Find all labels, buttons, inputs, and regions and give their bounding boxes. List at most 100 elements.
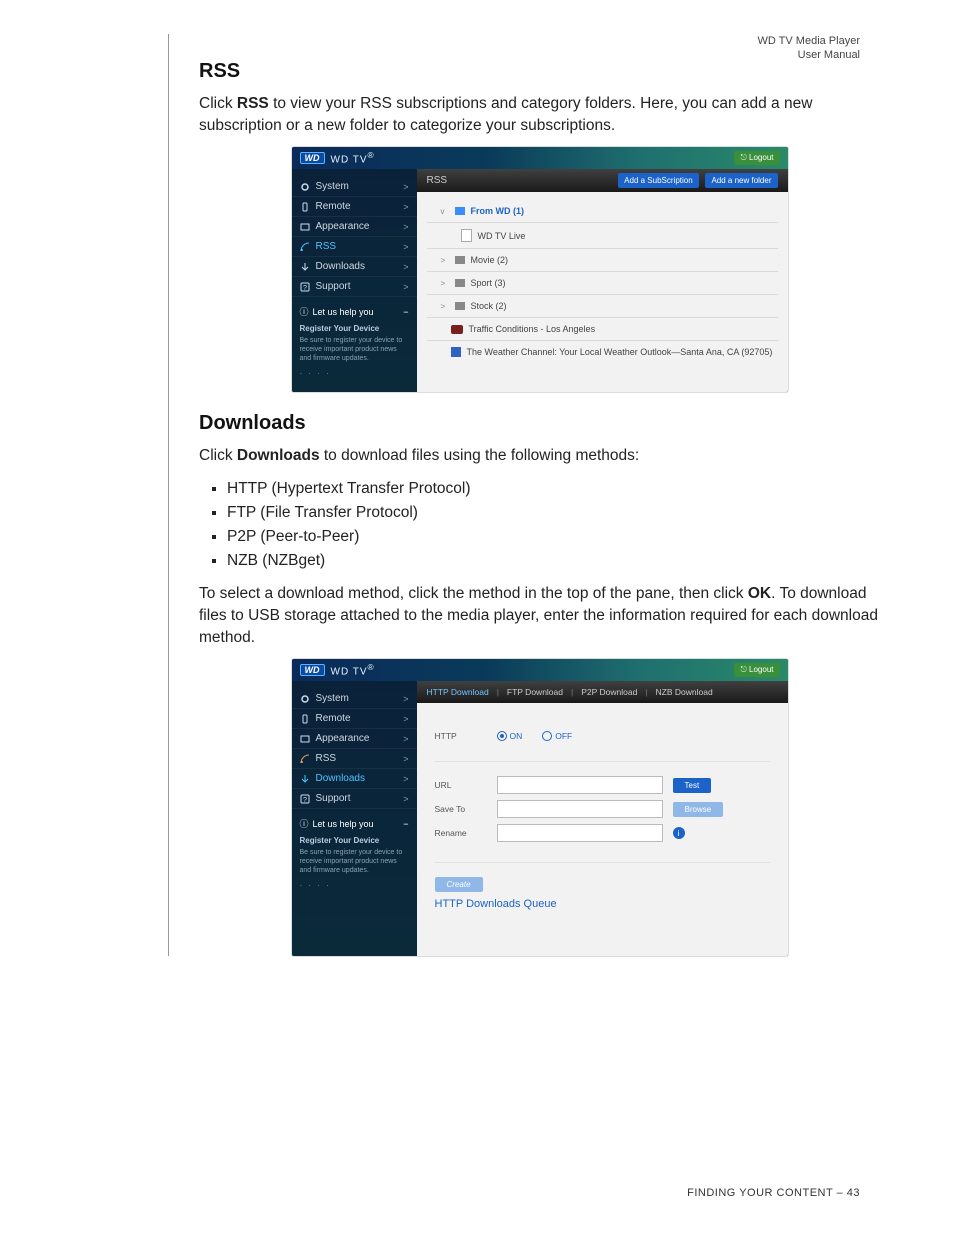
http-label: HTTP	[435, 731, 487, 741]
header-line-1: WD TV Media Player	[758, 34, 861, 48]
tree-collapsed-icon[interactable]: >	[441, 256, 449, 265]
text: RSS	[316, 753, 337, 764]
brand-text: WD TV®	[331, 150, 375, 165]
list-item: HTTP (Hypertext Transfer Protocol)	[227, 477, 880, 501]
browse-button[interactable]: Browse	[673, 802, 724, 817]
help-title[interactable]: ⓘLet us help you−	[300, 817, 409, 830]
rss-feed-row[interactable]: Traffic Conditions - Los Angeles	[427, 318, 778, 341]
http-off-radio[interactable]: OFF	[542, 731, 572, 741]
sidebar-item-support[interactable]: ?Support>	[292, 789, 417, 809]
remote-icon	[300, 714, 310, 724]
logout-button[interactable]: ⎋ Logout	[734, 151, 779, 165]
text: Let us help you	[313, 307, 374, 317]
sidebar-item-rss[interactable]: RSS>	[292, 237, 417, 257]
reg-mark: ®	[368, 662, 375, 672]
sidebar-item-rss[interactable]: RSS>	[292, 749, 417, 769]
text: to download files using the following me…	[320, 447, 640, 464]
rss-feed-row[interactable]: WD TV Live	[427, 223, 778, 249]
sidebar-item-remote[interactable]: Remote >	[292, 709, 417, 729]
text: Downloads	[316, 261, 365, 272]
folder-icon	[455, 256, 465, 264]
main-panel-rss: RSS Add a SubScription Add a new folder …	[417, 169, 788, 392]
rss-list: v From WD (1) WD TV Live > Movie (2)	[417, 192, 788, 371]
logout-button[interactable]: ⎋ Logout	[734, 663, 779, 677]
sidebar-item-appearance[interactable]: Appearance>	[292, 729, 417, 749]
chevron-right-icon: >	[403, 242, 408, 252]
sidebar-item-system[interactable]: System>	[292, 689, 417, 709]
help-title[interactable]: ⓘLet us help you−	[300, 305, 409, 318]
test-button[interactable]: Test	[673, 778, 712, 793]
rss-folder-row[interactable]: v From WD (1)	[427, 200, 778, 223]
chevron-right-icon: >	[403, 714, 408, 724]
download-tabs: HTTP Download | FTP Download | P2P Downl…	[417, 681, 788, 703]
add-subscription-button[interactable]: Add a SubScription	[618, 173, 699, 188]
rss-feed-row[interactable]: The Weather Channel: Your Local Weather …	[427, 341, 778, 363]
sidebar-item-support[interactable]: ?Support>	[292, 277, 417, 297]
rss-folder-row[interactable]: > Stock (2)	[427, 295, 778, 318]
text: WD TV	[331, 667, 368, 678]
url-label: URL	[435, 780, 487, 790]
register-title: Register Your Device	[300, 836, 409, 845]
svg-text:?: ?	[303, 285, 307, 292]
sidebar-item-downloads[interactable]: Downloads>	[292, 769, 417, 789]
http-on-radio[interactable]: ON	[497, 731, 523, 741]
radio-on-icon	[497, 731, 507, 741]
rss-folder-row[interactable]: > Movie (2)	[427, 249, 778, 272]
tab-nzb-download[interactable]: NZB Download	[656, 687, 713, 697]
rss-folder-row[interactable]: > Sport (3)	[427, 272, 778, 295]
text: Stock (2)	[471, 301, 507, 311]
create-button[interactable]: Create	[435, 877, 483, 892]
gear-icon	[300, 182, 310, 192]
sidebar-item-appearance[interactable]: Appearance>	[292, 217, 417, 237]
register-text: Be sure to register your device to recei…	[300, 848, 409, 875]
chevron-right-icon: >	[403, 282, 408, 292]
chevron-right-icon: >	[403, 774, 408, 784]
add-folder-button[interactable]: Add a new folder	[705, 173, 777, 188]
sidebar-item-remote[interactable]: Remote >	[292, 197, 417, 217]
rss-paragraph: Click RSS to view your RSS subscriptions…	[199, 93, 880, 137]
url-input[interactable]	[497, 776, 663, 794]
wd-logo-icon: WD	[300, 664, 325, 676]
tree-collapsed-icon[interactable]: >	[441, 279, 449, 288]
rename-input[interactable]	[497, 824, 663, 842]
tab-ftp-download[interactable]: FTP Download	[507, 687, 563, 697]
page-footer: FINDING YOUR CONTENT – 43	[687, 1187, 860, 1199]
info-icon: ⓘ	[300, 305, 309, 318]
rss-heading: RSS	[199, 60, 880, 83]
help-icon: ?	[300, 794, 310, 804]
brand: WD WD TV®	[300, 662, 375, 677]
text: WD TV	[331, 155, 368, 166]
download-icon	[300, 774, 310, 784]
chevron-right-icon: >	[403, 202, 408, 212]
tree-collapsed-icon[interactable]: >	[441, 302, 449, 311]
pager-dots[interactable]: · · · ·	[292, 875, 417, 896]
image-icon	[300, 222, 310, 232]
tree-expanded-icon[interactable]: v	[441, 207, 449, 216]
http-downloads-queue-heading: HTTP Downloads Queue	[435, 898, 770, 928]
download-methods-list: HTTP (Hypertext Transfer Protocol) FTP (…	[199, 477, 880, 573]
pager-dots[interactable]: · · · ·	[292, 363, 417, 384]
separator: |	[571, 687, 573, 697]
svg-text:?: ?	[303, 797, 307, 804]
folder-icon	[455, 302, 465, 310]
tab-p2p-download[interactable]: P2P Download	[581, 687, 637, 697]
info-icon: ⓘ	[300, 817, 309, 830]
sidebar-item-system[interactable]: System>	[292, 177, 417, 197]
text: Logout	[749, 153, 773, 162]
rss-bold: RSS	[237, 95, 269, 112]
sidebar-item-downloads[interactable]: Downloads>	[292, 257, 417, 277]
text: Remote	[316, 201, 351, 212]
footer-section: FINDING YOUR CONTENT	[687, 1187, 833, 1199]
saveto-input[interactable]	[497, 800, 663, 818]
text: System	[316, 693, 349, 704]
rss-icon	[300, 754, 310, 764]
text: Remote	[316, 713, 351, 724]
text: WD TV Live	[478, 231, 526, 241]
info-icon[interactable]: i	[673, 827, 685, 839]
help-icon: ?	[300, 282, 310, 292]
topbar: WD WD TV® ⎋ Logout	[292, 659, 788, 681]
text: Click	[199, 95, 237, 112]
tab-http-download[interactable]: HTTP Download	[427, 687, 489, 697]
text: System	[316, 181, 349, 192]
downloads-bold: Downloads	[237, 447, 320, 464]
